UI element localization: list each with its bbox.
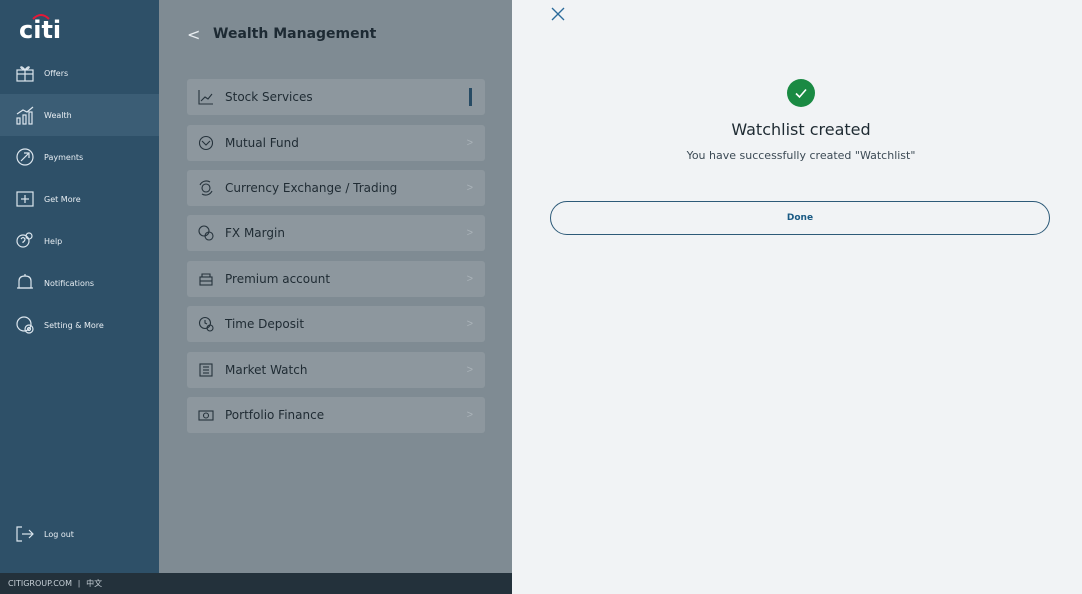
logout-button[interactable]: Log out: [0, 513, 159, 555]
menu-item-fx-margin[interactable]: FX Margin >: [187, 215, 485, 251]
active-indicator: [469, 88, 472, 106]
menu-item-label: Stock Services: [225, 90, 313, 104]
dialog-message: You have successfully created "Watchlist…: [686, 149, 916, 162]
gift-icon: [12, 60, 38, 86]
sidebar-item-get-more[interactable]: Get More: [0, 178, 159, 220]
dialog-title: Watchlist created: [731, 120, 871, 139]
chevron-right-icon: >: [466, 227, 473, 239]
menu-item-market-watch[interactable]: Market Watch >: [187, 352, 485, 388]
watchlist-dialog: Watchlist created You have successfully …: [512, 0, 1082, 594]
footer-bar: CITIGROUP.COM | 中文: [0, 573, 512, 594]
chevron-right-icon: >: [466, 318, 473, 330]
sidebar-item-payments[interactable]: Payments: [0, 136, 159, 178]
menu-item-time-deposit[interactable]: Time Deposit >: [187, 306, 485, 342]
settings-gear-icon: [12, 312, 38, 338]
sidebar-item-label: Wealth: [44, 110, 72, 120]
chevron-right-icon: >: [466, 409, 473, 421]
menu-item-currency-exchange[interactable]: Currency Exchange / Trading >: [187, 170, 485, 206]
done-button[interactable]: Done: [550, 201, 1050, 235]
language-toggle[interactable]: 中文: [86, 578, 102, 589]
page-title: Wealth Management: [213, 26, 377, 42]
panel-header: < Wealth Management: [187, 22, 376, 46]
menu-item-portfolio-finance[interactable]: Portfolio Finance >: [187, 397, 485, 433]
citi-logo[interactable]: citi: [19, 10, 79, 44]
back-button[interactable]: <: [187, 25, 207, 44]
menu-item-label: Currency Exchange / Trading: [225, 181, 398, 195]
sidebar-item-wealth[interactable]: Wealth: [0, 94, 159, 136]
sidebar-item-settings[interactable]: Setting & More: [0, 304, 159, 346]
sidebar: citi Offers Wealth Payments Get More Hel…: [0, 0, 159, 594]
close-icon: [551, 7, 565, 21]
chevron-right-icon: >: [466, 137, 473, 149]
sidebar-item-offers[interactable]: Offers: [0, 52, 159, 94]
menu-item-premium-account[interactable]: Premium account >: [187, 261, 485, 297]
menu-item-stock-services[interactable]: Stock Services: [187, 79, 485, 115]
help-question-icon: [12, 228, 38, 254]
sidebar-item-label: Get More: [44, 194, 81, 204]
footer-separator: |: [78, 579, 81, 588]
premium-account-icon: [197, 270, 215, 288]
logout-label: Log out: [44, 529, 74, 539]
sidebar-item-label: Offers: [44, 68, 69, 78]
plus-box-icon: [12, 186, 38, 212]
menu-item-label: Portfolio Finance: [225, 408, 325, 422]
sidebar-item-notifications[interactable]: Notifications: [0, 262, 159, 304]
payments-arrow-icon: [12, 144, 38, 170]
chevron-right-icon: >: [466, 273, 473, 285]
citigroup-link[interactable]: CITIGROUP.COM: [8, 579, 72, 588]
logo-text: citi: [19, 16, 61, 42]
menu-item-label: Time Deposit: [225, 317, 305, 331]
sidebar-item-label: Setting & More: [44, 320, 104, 330]
currency-exchange-icon: [197, 179, 215, 197]
wealth-management-panel: < Wealth Management Stock Services Mutua…: [159, 0, 512, 573]
menu-item-label: Market Watch: [225, 363, 308, 377]
time-deposit-icon: [197, 315, 215, 333]
bell-icon: [12, 270, 38, 296]
close-button[interactable]: [550, 6, 566, 22]
portfolio-finance-icon: [197, 406, 215, 424]
menu-item-label: FX Margin: [225, 226, 285, 240]
menu-item-mutual-fund[interactable]: Mutual Fund >: [187, 125, 485, 161]
chevron-right-icon: >: [466, 182, 473, 194]
sidebar-item-label: Help: [44, 236, 63, 246]
sidebar-item-label: Payments: [44, 152, 84, 162]
line-chart-icon: [197, 88, 215, 106]
sidebar-item-label: Notifications: [44, 278, 95, 288]
market-watch-icon: [197, 361, 215, 379]
mutual-fund-icon: [197, 134, 215, 152]
menu-item-label: Premium account: [225, 272, 331, 286]
sidebar-item-help[interactable]: Help: [0, 220, 159, 262]
logout-icon: [12, 521, 38, 547]
chevron-right-icon: >: [466, 364, 473, 376]
fx-margin-icon: [197, 224, 215, 242]
menu-item-label: Mutual Fund: [225, 136, 299, 150]
success-check-icon: [787, 79, 815, 107]
wealth-chart-icon: [12, 102, 38, 128]
